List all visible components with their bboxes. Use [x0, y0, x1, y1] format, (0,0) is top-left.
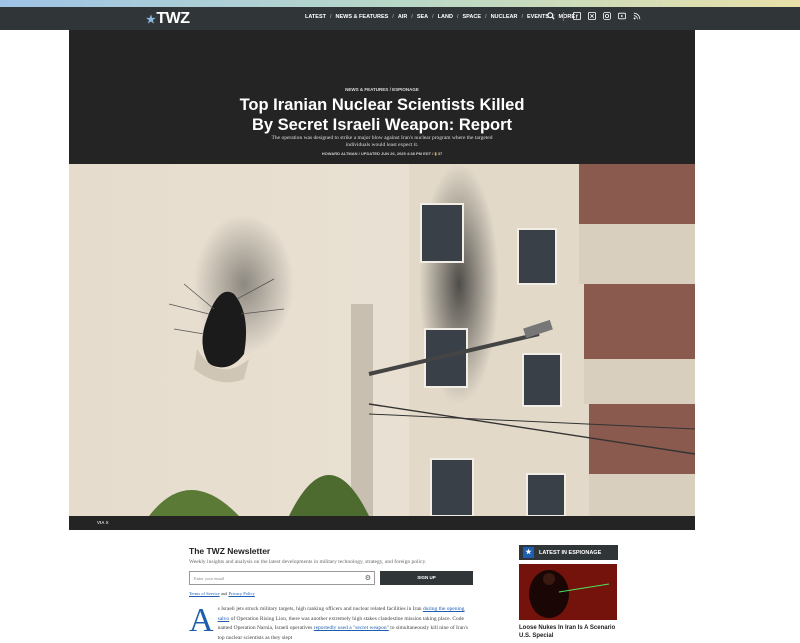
breadcrumb-category[interactable]: NEWS & FEATURES: [345, 87, 388, 92]
nav-link-air[interactable]: AIR: [395, 14, 410, 20]
sign-up-button[interactable]: SIGN UP: [380, 571, 473, 585]
article-body: A s Israeli jets struck military targets…: [189, 602, 474, 643]
email-field[interactable]: Enter your email ⚙: [189, 571, 375, 585]
autofill-icon[interactable]: ⚙: [365, 574, 371, 582]
nav-links: LATEST / NEWS & FEATURES / AIR / SEA / LAND /…: [302, 14, 578, 20]
nav-link-news-features[interactable]: NEWS & FEATURES: [333, 14, 392, 20]
site-nav: ★ TWZ LATEST / NEWS & FEATURES / AIR / SEA /…: [0, 7, 800, 30]
site-logo[interactable]: ★ TWZ: [146, 10, 190, 28]
star-icon: ★: [523, 547, 534, 558]
newsletter-form: Enter your email ⚙ SIGN UP: [189, 571, 474, 585]
body-text-1: s Israeli jets struck military targets, …: [217, 606, 422, 612]
nav-divider: [563, 12, 564, 21]
nav-link-nuclear[interactable]: NUCLEAR: [488, 14, 521, 20]
rss-icon[interactable]: [632, 12, 641, 21]
article-subtitle: The operation was designed to strike a m…: [271, 135, 493, 148]
facebook-icon[interactable]: f: [572, 12, 581, 21]
sidebar-story-image[interactable]: [519, 564, 617, 620]
comment-count[interactable]: 37: [438, 151, 442, 156]
secret-weapon-link[interactable]: reportedly used a "secret weapon": [314, 625, 389, 631]
comment-icon[interactable]: ▮: [434, 151, 436, 156]
updated-date: UPDATED JUN 26, 2025 4:38 PM EDT: [360, 151, 432, 156]
youtube-icon[interactable]: [617, 12, 626, 21]
svg-text:f: f: [575, 14, 577, 20]
article-title: Top Iranian Nuclear Scientists Killed By…: [239, 96, 525, 134]
sidebar-story-title[interactable]: Loose Nukes In Iran Is A Scenario U.S. S…: [519, 624, 618, 640]
x-icon[interactable]: [587, 12, 596, 21]
sidebar-heading: ★ LATEST IN ESPIONAGE: [519, 545, 618, 560]
drop-cap: A: [189, 602, 214, 639]
email-placeholder: Enter your email: [194, 576, 225, 581]
terms-link[interactable]: Terms of Service: [189, 591, 220, 596]
star-logo-icon: ★: [146, 13, 156, 26]
nav-link-sea[interactable]: SEA: [414, 14, 431, 20]
nav-icons: f: [546, 12, 641, 21]
newsletter-description: Weekly insights and analysis on the late…: [189, 559, 427, 565]
search-icon[interactable]: [546, 12, 555, 21]
photo-credit: VIA X: [69, 516, 695, 530]
privacy-link[interactable]: Privacy Policy: [228, 591, 254, 596]
breadcrumb-subcategory[interactable]: ESPIONAGE: [392, 87, 419, 92]
nav-link-latest[interactable]: LATEST: [302, 14, 329, 20]
newsletter-legal-links: Terms of Service and Privacy Policy: [189, 591, 255, 596]
article-hero: NEWS & FEATURES / ESPIONAGE Top Iranian …: [69, 30, 695, 530]
building-photo-image: [69, 164, 695, 516]
author-link[interactable]: HOWARD ALTMAN: [322, 151, 358, 156]
hero-photo: [69, 164, 695, 516]
browser-top-strip: [0, 0, 800, 7]
newsletter-title: The TWZ Newsletter: [189, 546, 271, 556]
soldier-photo-image: [519, 564, 617, 620]
article-byline: HOWARD ALTMAN / UPDATED JUN 26, 2025 4:3…: [321, 151, 443, 156]
newsletter-signup: The TWZ Newsletter Weekly insights and a…: [189, 546, 474, 596]
breadcrumb: NEWS & FEATURES / ESPIONAGE: [345, 87, 419, 92]
latest-sidebar: ★ LATEST IN ESPIONAGE Loose Nukes In Ira…: [519, 545, 618, 640]
instagram-icon[interactable]: [602, 12, 611, 21]
nav-link-land[interactable]: LAND: [435, 14, 456, 20]
nav-link-space[interactable]: SPACE: [459, 14, 484, 20]
